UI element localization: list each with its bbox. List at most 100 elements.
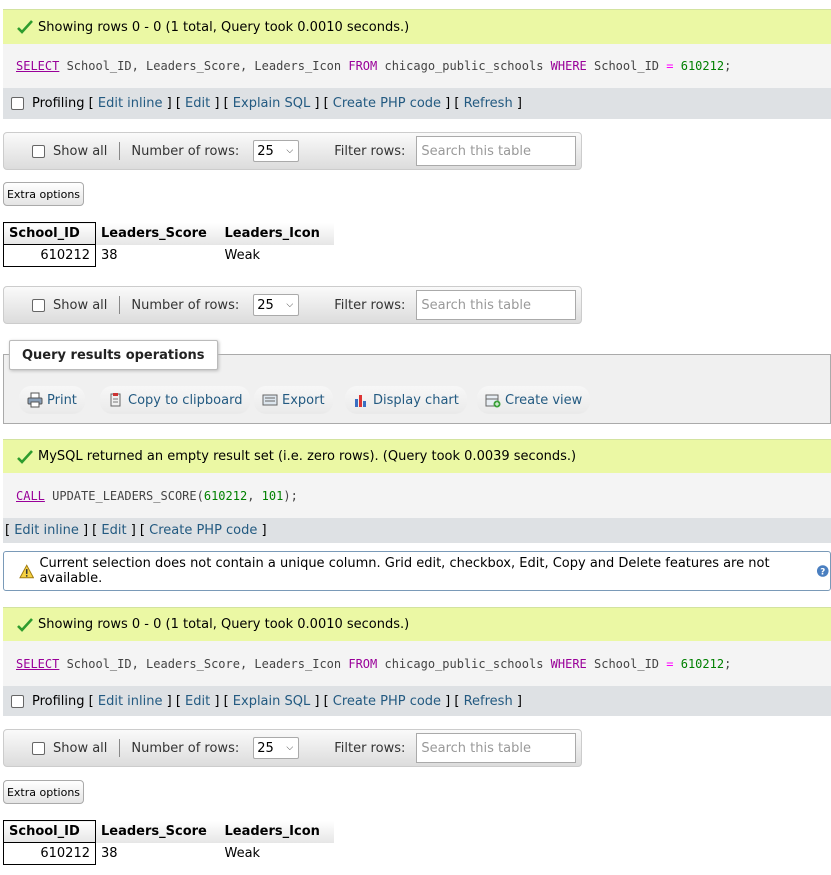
refresh-link[interactable]: Refresh <box>464 694 513 709</box>
operations-legend: Query results operations <box>9 340 218 370</box>
print-button[interactable]: Print <box>19 386 85 414</box>
warning-icon <box>19 563 35 578</box>
sql-query: SELECT School_ID, Leaders_Score, Leaders… <box>3 641 831 686</box>
success-message: MySQL returned an empty result set (i.e.… <box>3 439 831 473</box>
query-tools: Profiling [ Edit inline ] [ Edit ] [ Exp… <box>3 686 831 716</box>
create-php-link[interactable]: Create PHP code <box>333 96 441 111</box>
show-all-checkbox[interactable] <box>32 741 45 755</box>
divider <box>119 142 121 160</box>
table-row: 610212 38 Weak <box>3 244 334 267</box>
sql-text: ); <box>283 488 298 503</box>
help-icon[interactable]: ? <box>816 564 830 578</box>
sql-text: ; <box>724 59 732 73</box>
table-header-row: School_ID Leaders_Score Leaders_Icon <box>3 820 334 843</box>
extra-options-button[interactable]: Extra options <box>3 780 84 804</box>
show-all-label: Show all <box>53 297 108 313</box>
sql-text: , <box>247 488 262 503</box>
column-header[interactable]: School_ID <box>3 222 96 245</box>
extra-options-button[interactable]: Extra options <box>3 182 84 206</box>
export-button[interactable]: Export <box>254 386 333 414</box>
sql-text: chicago_public_schools <box>377 59 551 73</box>
filter-rows-label: Filter rows: <box>334 297 406 313</box>
sql-number: 101 <box>261 488 284 503</box>
printer-icon <box>27 392 43 408</box>
show-all-label: Show all <box>53 740 108 756</box>
filter-rows-label: Filter rows: <box>334 143 406 159</box>
sql-operator: = <box>666 656 674 671</box>
success-message: Showing rows 0 - 0 (1 total, Query took … <box>3 607 831 641</box>
query-tools: [ Edit inline ] [ Edit ] [ Create PHP co… <box>3 518 831 543</box>
query-tools: Profiling [ Edit inline ] [ Edit ] [ Exp… <box>3 88 831 119</box>
show-all-checkbox[interactable] <box>32 144 45 158</box>
create-view-button[interactable]: Create view <box>477 386 591 414</box>
sql-keyword: WHERE <box>550 656 587 671</box>
column-header[interactable]: Leaders_Icon <box>219 222 334 245</box>
profiling-checkbox[interactable] <box>11 97 24 110</box>
bar-chart-icon <box>355 395 366 407</box>
results-table: School_ID Leaders_Score Leaders_Icon 610… <box>3 820 334 865</box>
edit-inline-link[interactable]: Edit inline <box>14 523 79 538</box>
display-chart-button[interactable]: Display chart <box>345 386 467 414</box>
create-view-label: Create view <box>505 392 583 408</box>
column-header[interactable]: Leaders_Icon <box>219 820 334 843</box>
success-message: Showing rows 0 - 0 (1 total, Query took … <box>3 9 831 44</box>
sql-keyword: FROM <box>348 59 378 73</box>
profiling-label: Profiling <box>32 693 85 709</box>
sql-text: chicago_public_schools <box>377 656 551 671</box>
table-header-row: School_ID Leaders_Score Leaders_Icon <box>3 222 334 245</box>
number-of-rows-label: Number of rows: <box>131 297 240 313</box>
sql-keyword: SELECT <box>16 656 60 671</box>
divider <box>119 296 121 314</box>
clipboard-icon <box>110 393 121 407</box>
sql-number: 610212 <box>680 59 725 73</box>
create-php-link[interactable]: Create PHP code <box>333 694 441 709</box>
rows-select[interactable]: 25 ⌵ <box>253 140 300 162</box>
number-of-rows-label: Number of rows: <box>131 740 240 756</box>
filter-input[interactable]: Search this table <box>416 290 577 320</box>
explain-sql-link[interactable]: Explain SQL <box>233 694 310 709</box>
status-text: Showing rows 0 - 0 (1 total, Query took … <box>38 617 410 632</box>
edit-inline-link[interactable]: Edit inline <box>98 96 163 111</box>
notice-message: Current selection does not contain a uni… <box>3 551 831 591</box>
table-row: 610212 38 Weak <box>3 842 334 865</box>
column-header[interactable]: School_ID <box>3 820 96 843</box>
filter-input[interactable]: Search this table <box>416 136 577 166</box>
column-header[interactable]: Leaders_Score <box>95 222 220 245</box>
sql-query: SELECT School_ID, Leaders_Score, Leaders… <box>3 44 831 88</box>
copy-to-clipboard-button[interactable]: Copy to clipboard <box>100 386 251 414</box>
edit-link[interactable]: Edit <box>185 96 210 111</box>
sql-text: School_ID <box>586 656 667 671</box>
check-icon <box>17 20 33 34</box>
print-label: Print <box>47 392 77 408</box>
sql-keyword: WHERE <box>550 59 587 73</box>
edit-link[interactable]: Edit <box>101 523 126 538</box>
show-all-checkbox[interactable] <box>32 298 45 312</box>
navigation-bar: Show all Number of rows: 25 ⌵ Filter rows… <box>3 286 582 324</box>
edit-inline-link[interactable]: Edit inline <box>98 694 163 709</box>
sql-text: ; <box>724 656 732 671</box>
profiling-label: Profiling <box>32 96 85 111</box>
divider <box>119 739 121 757</box>
rows-select[interactable]: 25 ⌵ <box>253 294 300 316</box>
sql-query: CALL UPDATE_LEADERS_SCORE(610212, 101); <box>3 473 831 518</box>
cell-leaders-icon: Weak <box>224 846 261 861</box>
chevron-down-icon: ⌵ <box>286 300 294 310</box>
create-view-icon <box>485 394 501 408</box>
export-icon <box>262 394 278 406</box>
column-header[interactable]: Leaders_Score <box>95 820 220 843</box>
navigation-bar: Show all Number of rows: 25 ⌵ Filter rows… <box>3 729 582 767</box>
refresh-link[interactable]: Refresh <box>464 96 513 111</box>
sql-text: School_ID <box>586 59 667 73</box>
sql-text: School_ID, Leaders_Score, Leaders_Icon <box>59 656 349 671</box>
sql-operator: = <box>666 59 674 73</box>
edit-link[interactable]: Edit <box>185 694 210 709</box>
profiling-checkbox[interactable] <box>11 694 24 708</box>
copy-label: Copy to clipboard <box>128 392 243 408</box>
explain-sql-link[interactable]: Explain SQL <box>233 96 310 111</box>
rows-select[interactable]: 25 ⌵ <box>253 737 300 759</box>
check-icon <box>17 449 33 464</box>
sql-text: School_ID, Leaders_Score, Leaders_Icon <box>59 59 349 73</box>
filter-input[interactable]: Search this table <box>416 733 577 763</box>
sql-number: 610212 <box>680 656 725 671</box>
create-php-link[interactable]: Create PHP code <box>149 523 257 538</box>
